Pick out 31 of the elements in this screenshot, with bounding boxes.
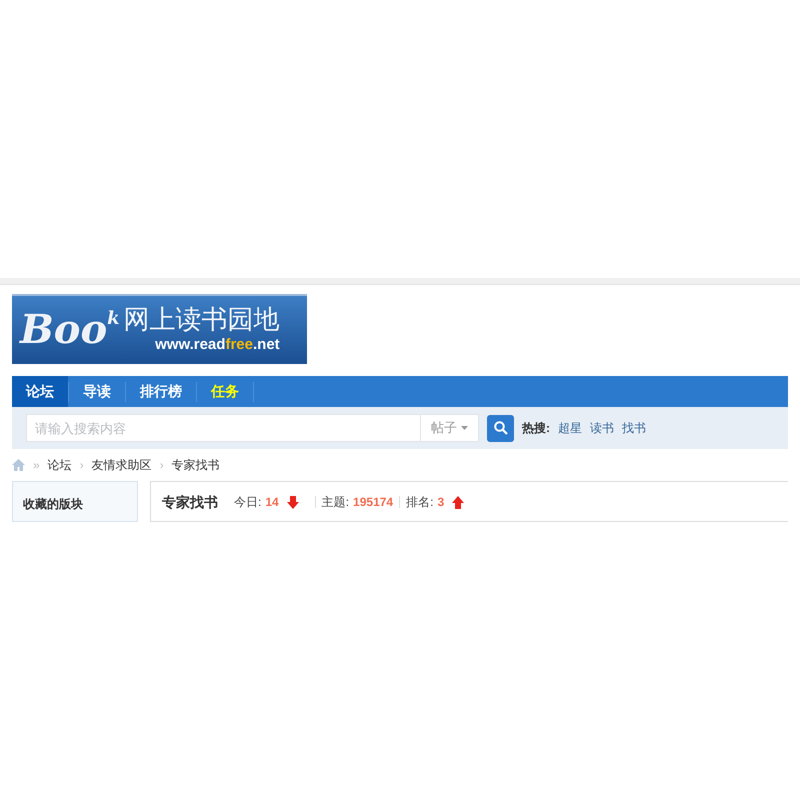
up-arrow-icon xyxy=(452,496,464,508)
hot-search-link[interactable]: 读书 xyxy=(590,419,614,437)
scope-dropdown[interactable]: 帖子 xyxy=(421,414,479,442)
nav-tab[interactable]: 导读 xyxy=(69,376,125,407)
stat-label: 主题: xyxy=(322,494,350,511)
nav-tab[interactable]: 排行榜 xyxy=(126,376,196,407)
nav-tab[interactable]: 论坛 xyxy=(12,376,68,407)
breadcrumb-link[interactable]: 论坛 xyxy=(48,456,72,474)
hot-search-link[interactable]: 找书 xyxy=(622,419,646,437)
hot-search-link[interactable]: 超星 xyxy=(558,419,582,437)
breadcrumb-link[interactable]: 友情求助区 xyxy=(92,456,152,474)
down-arrow-icon xyxy=(286,496,299,508)
stat-value: 195174 xyxy=(353,494,394,511)
forum-title: 专家找书 xyxy=(162,492,218,512)
sidebar-title: 收藏的版块 xyxy=(23,497,83,511)
stat-label: 今日: xyxy=(234,494,262,511)
search-icon xyxy=(494,421,508,435)
breadcrumb-separator: » xyxy=(33,457,40,474)
stat-value: 14 xyxy=(265,494,279,511)
stat-label: 排名: xyxy=(406,494,434,511)
hot-search-label: 热搜: xyxy=(522,420,550,437)
breadcrumb-link[interactable]: 专家找书 xyxy=(172,456,220,474)
stat-value: 3 xyxy=(437,494,444,511)
nav-tab[interactable]: 任务 xyxy=(197,376,253,407)
caret-icon xyxy=(461,426,468,430)
logo-url: www.readfree.net xyxy=(155,336,280,354)
breadcrumb-separator: › xyxy=(160,457,164,474)
search-button[interactable] xyxy=(487,414,514,442)
breadcrumb-separator: › xyxy=(80,457,84,474)
search-field[interactable]: 请输入搜索内容 xyxy=(26,414,421,442)
logo-subtitle: 网上读书园地 xyxy=(124,306,280,332)
